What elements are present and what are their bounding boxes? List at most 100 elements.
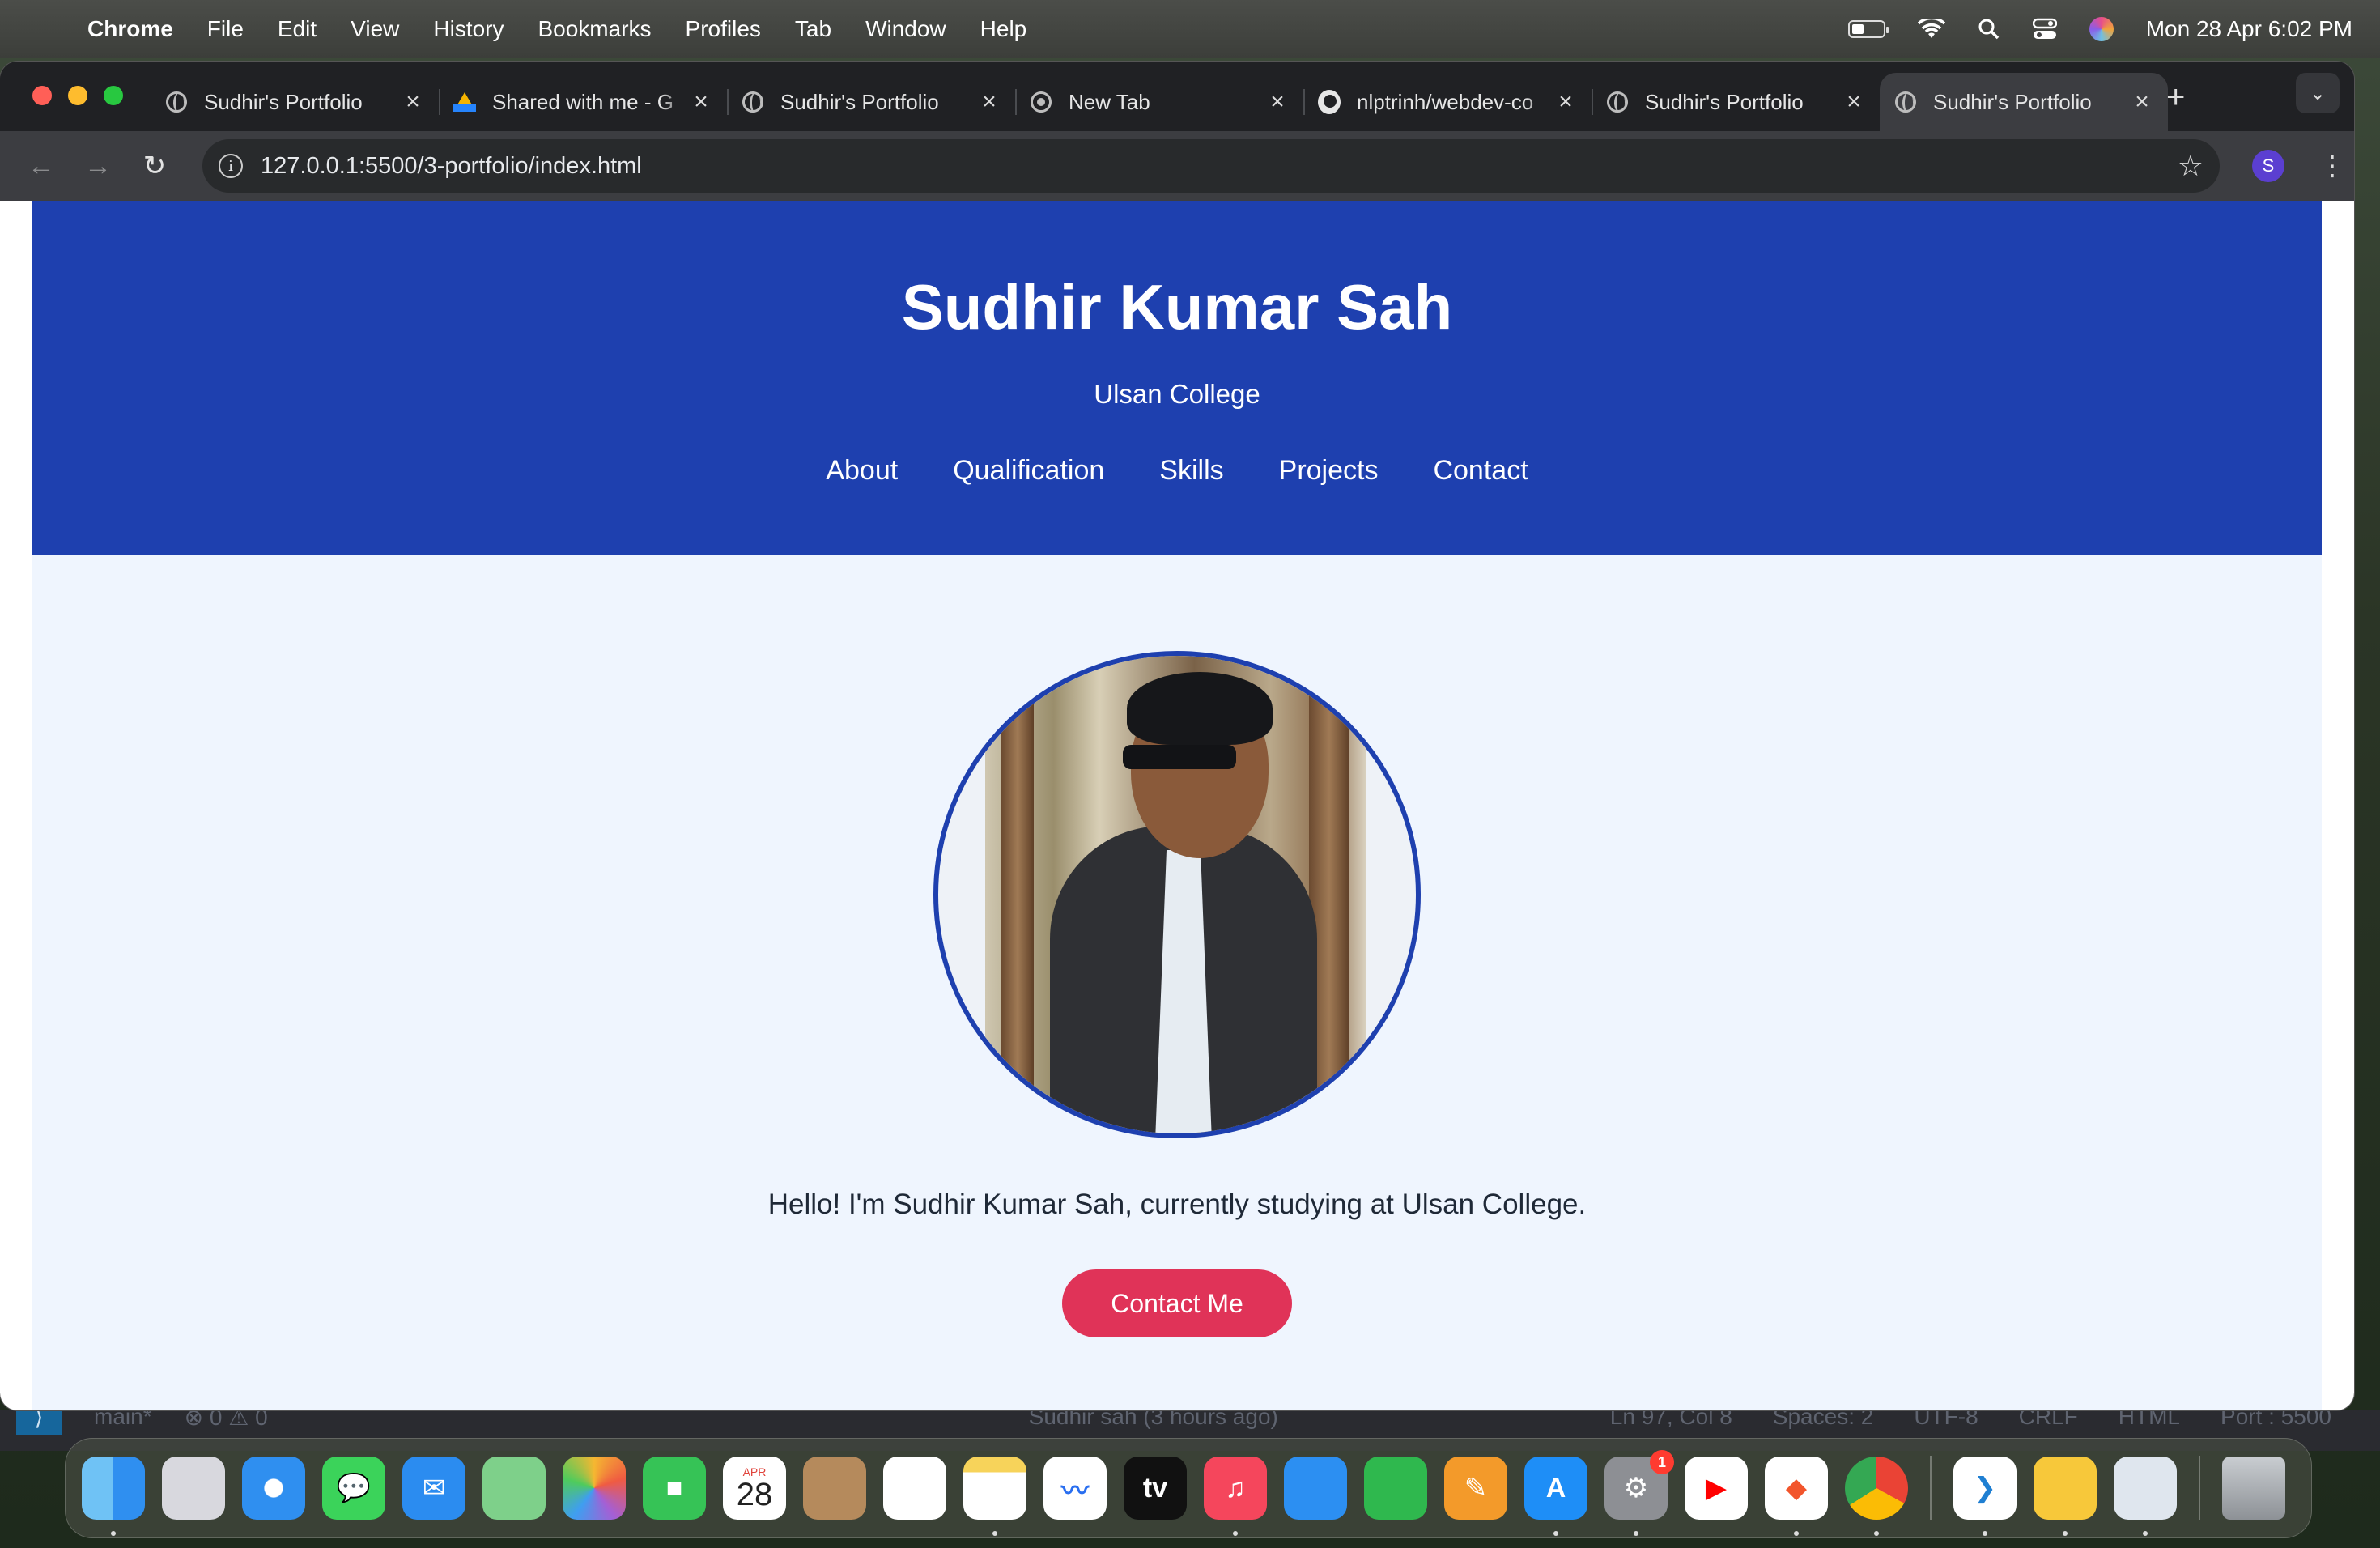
browser-window: Sudhir's Portfolio × Shared with me - G … xyxy=(0,62,2354,1410)
siri-icon[interactable] xyxy=(2089,17,2114,41)
contacts-icon[interactable] xyxy=(803,1457,866,1520)
minimize-window-button[interactable] xyxy=(68,86,87,105)
finder-icon[interactable] xyxy=(82,1457,145,1536)
tab-7-active[interactable]: Sudhir's Portfolio × xyxy=(1880,73,2168,131)
menu-app-name[interactable]: Chrome xyxy=(87,16,173,42)
notes-icon[interactable] xyxy=(963,1457,1026,1536)
more-menu-icon[interactable]: ⋮ xyxy=(2318,150,2346,182)
address-bar[interactable]: i 127.0.0.1:5500/3-portfolio/index.html … xyxy=(202,139,2220,193)
nav-contact[interactable]: Contact xyxy=(1433,455,1528,487)
tab-title: Shared with me - G xyxy=(492,89,674,114)
reminders-icon[interactable] xyxy=(883,1457,946,1520)
menu-window[interactable]: Window xyxy=(865,16,946,42)
menu-items: Chrome File Edit View History Bookmarks … xyxy=(87,16,1026,42)
safari-icon[interactable] xyxy=(242,1457,305,1520)
tab-3[interactable]: Sudhir's Portfolio × xyxy=(727,73,1015,131)
mail-icon[interactable]: ✉ xyxy=(402,1457,465,1520)
menu-bookmarks[interactable]: Bookmarks xyxy=(538,16,651,42)
close-window-button[interactable] xyxy=(32,86,52,105)
close-tab-icon[interactable]: × xyxy=(978,88,1001,116)
brave-icon[interactable]: ◆ xyxy=(1765,1457,1828,1536)
menu-help[interactable]: Help xyxy=(980,16,1027,42)
window-controls xyxy=(32,86,123,105)
menu-history[interactable]: History xyxy=(433,16,504,42)
tab-2[interactable]: Shared with me - G × xyxy=(439,73,727,131)
close-tab-icon[interactable]: × xyxy=(1842,88,1865,116)
whatsapp-icon[interactable] xyxy=(2034,1457,2097,1536)
site-nav: About Qualification Skills Projects Cont… xyxy=(32,455,2322,487)
tab-search-chevron-icon[interactable]: ⌄ xyxy=(2296,73,2340,113)
nav-projects[interactable]: Projects xyxy=(1279,455,1379,487)
numbers-icon[interactable] xyxy=(1364,1457,1427,1520)
hero-header: Sudhir Kumar Sah Ulsan College About Qua… xyxy=(32,201,2322,555)
new-tab-button[interactable]: + xyxy=(2166,79,2185,116)
wifi-icon[interactable] xyxy=(1917,19,1945,40)
app-store-icon[interactable]: A xyxy=(1524,1457,1587,1536)
freeform-icon[interactable]: 〰 xyxy=(1043,1457,1107,1520)
menu-clock[interactable]: Mon 28 Apr 6:02 PM xyxy=(2146,16,2352,42)
system-settings-icon[interactable]: ⚙ 1 xyxy=(1604,1450,1674,1536)
close-tab-icon[interactable]: × xyxy=(1554,88,1577,116)
globe-icon xyxy=(1606,91,1629,113)
zoom-window-button[interactable] xyxy=(104,86,123,105)
menu-file[interactable]: File xyxy=(207,16,244,42)
pages-icon[interactable]: ✎ xyxy=(1444,1457,1507,1520)
profile-photo xyxy=(933,651,1421,1138)
spotlight-search-icon[interactable] xyxy=(1978,18,2000,40)
reload-icon[interactable]: ↻ xyxy=(133,150,176,182)
tab-5[interactable]: nlptrinh/webdev-co × xyxy=(1303,73,1592,131)
back-arrow-icon[interactable]: ← xyxy=(19,151,63,182)
college-subtitle: Ulsan College xyxy=(1094,379,1260,409)
page-title: Sudhir Kumar Sah xyxy=(901,271,1453,342)
menu-profiles[interactable]: Profiles xyxy=(686,16,761,42)
menu-edit[interactable]: Edit xyxy=(278,16,317,42)
close-tab-icon[interactable]: × xyxy=(2131,88,2153,116)
menu-view[interactable]: View xyxy=(351,16,399,42)
preview-icon[interactable] xyxy=(2114,1457,2177,1536)
github-icon xyxy=(1318,90,1341,114)
globe-icon xyxy=(1894,91,1917,113)
calendar-day: 28 xyxy=(736,1477,773,1512)
contact-me-button[interactable]: Contact Me xyxy=(1062,1269,1292,1337)
music-icon[interactable]: ♫ xyxy=(1204,1457,1267,1536)
trash-icon[interactable] xyxy=(2222,1457,2285,1520)
close-tab-icon[interactable]: × xyxy=(690,88,712,116)
nav-qualification[interactable]: Qualification xyxy=(953,455,1104,487)
site-info-icon[interactable]: i xyxy=(219,154,243,178)
portrait-image xyxy=(985,656,1366,1133)
globe-icon xyxy=(742,91,764,113)
nav-about[interactable]: About xyxy=(826,455,898,487)
launchpad-icon[interactable] xyxy=(162,1457,225,1520)
control-center-icon[interactable] xyxy=(2032,18,2057,40)
battery-icon[interactable] xyxy=(1847,20,1889,38)
calendar-icon[interactable]: APR 28 xyxy=(723,1457,786,1520)
tab-strip: Sudhir's Portfolio × Shared with me - G … xyxy=(0,62,2354,131)
close-tab-icon[interactable]: × xyxy=(1266,88,1289,116)
messages-icon[interactable]: 💬 xyxy=(322,1457,385,1520)
vscode-icon[interactable]: ❯ xyxy=(1953,1457,2017,1536)
google-drive-icon xyxy=(453,91,476,113)
apple-tv-icon[interactable]: tv xyxy=(1124,1457,1187,1520)
youtube-icon[interactable]: ▶ xyxy=(1685,1457,1748,1520)
nav-skills[interactable]: Skills xyxy=(1159,455,1223,487)
menu-tab[interactable]: Tab xyxy=(795,16,831,42)
tab-1[interactable]: Sudhir's Portfolio × xyxy=(151,73,439,131)
tab-6[interactable]: Sudhir's Portfolio × xyxy=(1592,73,1880,131)
chrome-icon[interactable] xyxy=(1845,1457,1908,1536)
settings-badge: 1 xyxy=(1650,1450,1674,1474)
keynote-icon[interactable] xyxy=(1284,1457,1347,1520)
dock: 💬 ✉ ■ APR 28 〰 tv ♫ ✎ A ⚙ 1 ▶ ◆ ❯ xyxy=(65,1438,2312,1538)
bookmark-star-icon[interactable]: ☆ xyxy=(2178,149,2204,183)
url-text[interactable]: 127.0.0.1:5500/3-portfolio/index.html xyxy=(261,153,642,180)
profile-avatar[interactable]: S xyxy=(2252,150,2284,182)
maps-icon[interactable] xyxy=(482,1457,546,1520)
tab-title: nlptrinh/webdev-co xyxy=(1357,89,1534,114)
facetime-icon[interactable]: ■ xyxy=(643,1457,706,1520)
forward-arrow-icon[interactable]: → xyxy=(76,151,120,182)
photos-icon[interactable] xyxy=(563,1457,626,1520)
close-tab-icon[interactable]: × xyxy=(402,88,424,116)
tab-4[interactable]: New Tab × xyxy=(1015,73,1303,131)
page-viewport: Sudhir Kumar Sah Ulsan College About Qua… xyxy=(0,201,2354,1410)
intro-text: Hello! I'm Sudhir Kumar Sah, currently s… xyxy=(767,1189,1587,1220)
dock-separator xyxy=(1930,1456,1932,1520)
